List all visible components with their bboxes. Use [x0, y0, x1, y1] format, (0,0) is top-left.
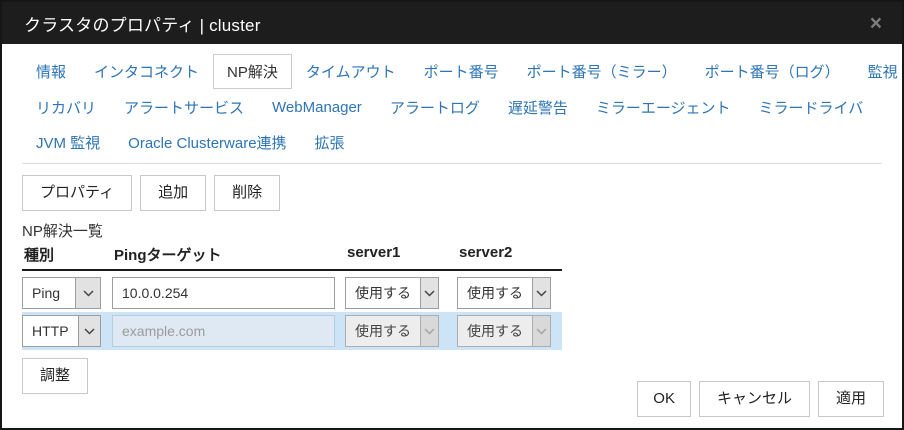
dialog-titlebar: クラスタのプロパティ | cluster ×: [2, 2, 902, 44]
column-header-server2: server2: [457, 244, 562, 265]
tab-oracle-clusterware[interactable]: Oracle Clusterware連携: [114, 125, 300, 160]
tab-monitor[interactable]: 監視: [854, 54, 904, 89]
tab-interconnect[interactable]: インタコネクト: [80, 54, 213, 89]
server2-select[interactable]: 使用する: [457, 277, 551, 309]
ok-button[interactable]: OK: [637, 381, 691, 417]
chevron-down-icon: [78, 316, 100, 346]
tab-row-2: リカバリ アラートサービス WebManager アラートログ 遅延警告 ミラー…: [22, 90, 882, 125]
tab-alert-service[interactable]: アラートサービス: [110, 90, 258, 125]
tab-webmanager[interactable]: WebManager: [258, 92, 376, 123]
tab-jvm-monitor[interactable]: JVM 監視: [22, 125, 114, 160]
tab-recovery[interactable]: リカバリ: [22, 90, 110, 125]
tab-port-number-mirror[interactable]: ポート番号（ミラー）: [513, 54, 691, 89]
cluster-properties-dialog: クラスタのプロパティ | cluster × 情報 インタコネクト NP解決 タ…: [0, 0, 904, 430]
tab-mirror-agent[interactable]: ミラーエージェント: [582, 90, 745, 125]
server1-select[interactable]: 使用する: [345, 277, 439, 309]
chevron-down-icon: [532, 278, 550, 308]
column-header-server1: server1: [345, 244, 457, 265]
tab-port-number-log[interactable]: ポート番号（ログ）: [691, 54, 854, 89]
np-list-caption: NP解決一覧: [22, 220, 902, 241]
np-resolution-table: 種別 Pingターゲット server1 server2 Ping 使用する: [22, 244, 562, 350]
remove-button[interactable]: 削除: [214, 175, 280, 211]
tab-info[interactable]: 情報: [22, 54, 80, 89]
tab-delay-warning[interactable]: 遅延警告: [494, 90, 582, 125]
tab-bar: 情報 インタコネクト NP解決 タイムアウト ポート番号 ポート番号（ミラー） …: [2, 44, 902, 160]
tab-extension[interactable]: 拡張: [301, 125, 359, 160]
add-button[interactable]: 追加: [140, 175, 206, 211]
tab-timeout[interactable]: タイムアウト: [292, 54, 410, 89]
type-select[interactable]: HTTP: [22, 315, 101, 347]
column-header-ping-target: Pingターゲット: [112, 244, 345, 265]
properties-button[interactable]: プロパティ: [22, 175, 132, 211]
tab-np-resolution[interactable]: NP解決: [213, 54, 292, 89]
table-row-selected: HTTP 使用する 使用する: [22, 312, 562, 350]
server1-select: 使用する: [345, 315, 439, 347]
tab-divider: [22, 163, 882, 164]
type-select[interactable]: Ping: [22, 277, 101, 309]
chevron-down-icon: [75, 278, 100, 308]
server2-select: 使用する: [457, 315, 551, 347]
ping-target-input[interactable]: [112, 315, 335, 347]
tab-alert-log[interactable]: アラートログ: [376, 90, 494, 125]
table-row: Ping 使用する 使用する: [22, 274, 562, 312]
column-header-type: 種別: [22, 244, 112, 265]
toolbar: プロパティ 追加 削除: [22, 175, 902, 211]
apply-button[interactable]: 適用: [818, 381, 884, 417]
tab-row-1: 情報 インタコネクト NP解決 タイムアウト ポート番号 ポート番号（ミラー） …: [22, 52, 882, 90]
footer-buttons: OK キャンセル 適用: [637, 381, 884, 417]
ping-target-input[interactable]: [112, 277, 335, 309]
dialog-title: クラスタのプロパティ | cluster: [24, 11, 866, 36]
tab-row-3: JVM 監視 Oracle Clusterware連携 拡張: [22, 125, 882, 160]
tab-port-number[interactable]: ポート番号: [410, 54, 513, 89]
chevron-down-icon: [420, 316, 438, 346]
tab-mirror-driver[interactable]: ミラードライバ: [745, 90, 878, 125]
chevron-down-icon: [420, 278, 438, 308]
cancel-button[interactable]: キャンセル: [699, 381, 810, 417]
chevron-down-icon: [532, 316, 550, 346]
table-header-row: 種別 Pingターゲット server1 server2: [22, 244, 562, 271]
tune-button[interactable]: 調整: [22, 358, 88, 394]
close-icon[interactable]: ×: [866, 11, 886, 36]
